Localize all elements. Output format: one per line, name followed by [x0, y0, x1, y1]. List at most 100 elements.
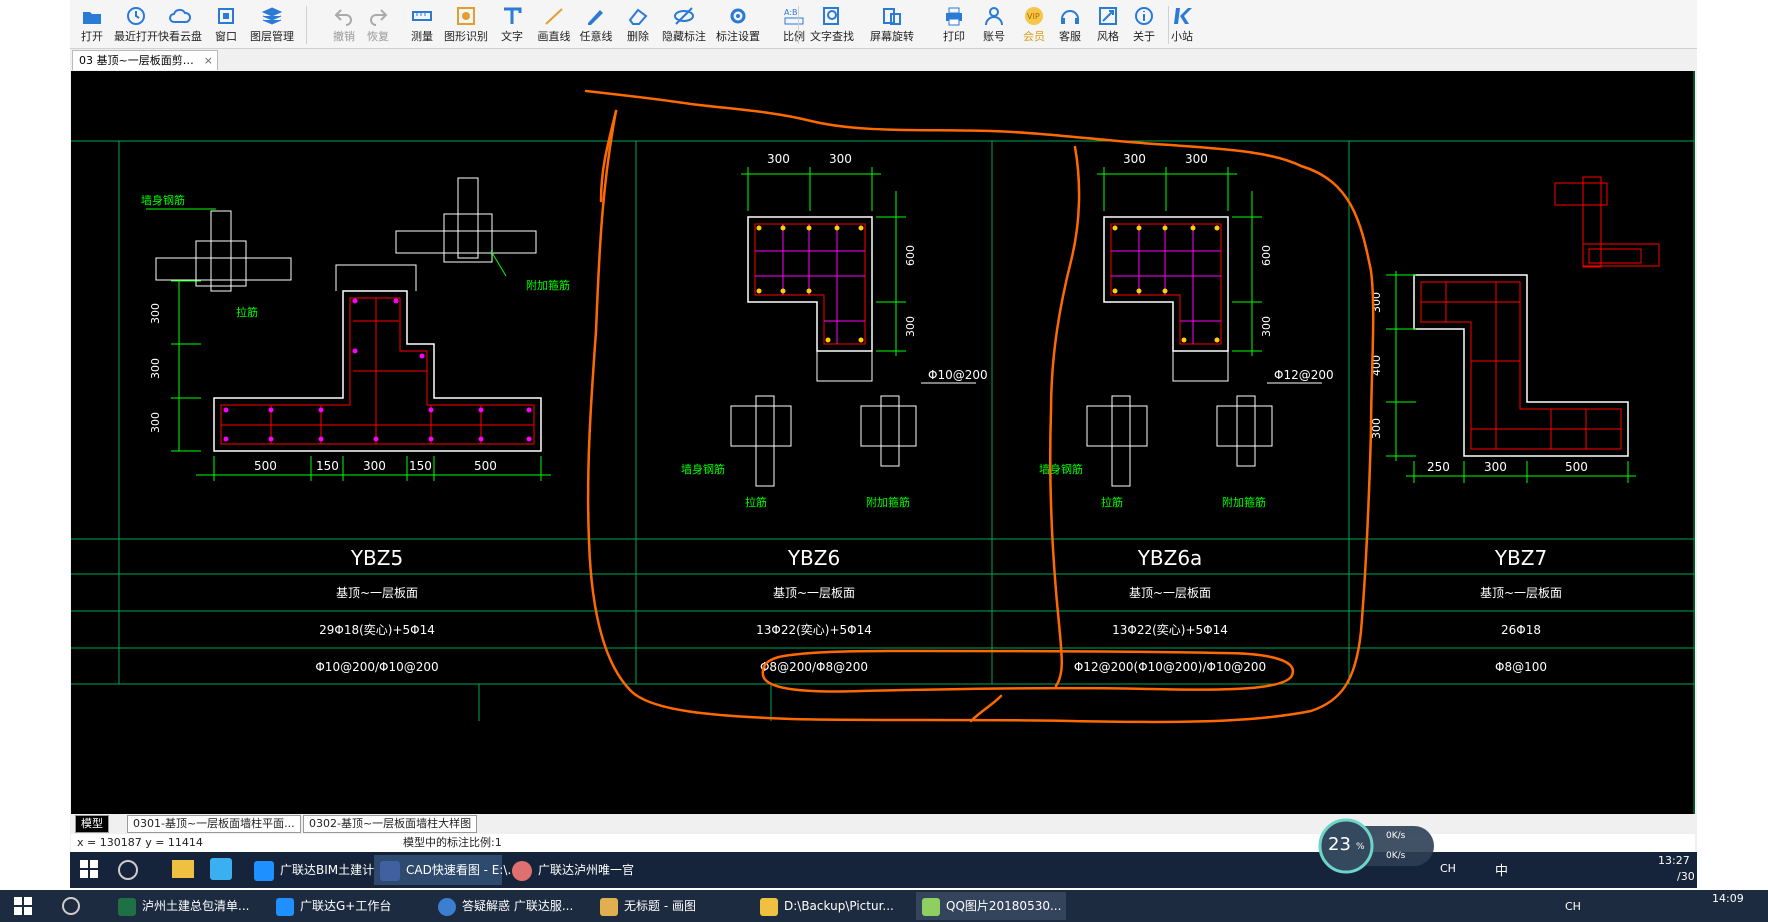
- toolbar-button-label: 小站: [1171, 30, 1193, 43]
- toolbar-redo-button[interactable]: 恢复: [356, 2, 400, 46]
- redo-icon: [370, 9, 388, 26]
- layout-tab-0301[interactable]: 0301-基顶~一层板面墙柱平面...: [127, 815, 301, 833]
- windows-start-icon[interactable]: [80, 860, 98, 878]
- label-wall-rebar: 墙身钢筋: [1039, 462, 1083, 476]
- glodon-taskbar-icon[interactable]: [118, 860, 138, 880]
- tray-language[interactable]: CH: [1565, 900, 1581, 913]
- dim-label: 300: [149, 412, 162, 433]
- drawing-canvas[interactable]: 墙身钢筋 拉筋 附加箍筋 300 300 300 500 150 300 150…: [71, 71, 1695, 814]
- longitudinal-rebar-cell: 13Φ22(奕心)+5Φ14: [1112, 622, 1228, 637]
- dim-label: 250: [1427, 460, 1450, 474]
- browser-app-icon: [512, 860, 532, 881]
- outer-taskbar: 泸州土建总包清单... 广联达G+工作台 答疑解惑 广联达服... 无标题 - …: [0, 890, 1768, 922]
- stirrup-cell: Φ8@100: [1495, 660, 1547, 674]
- taskbar-item-bim[interactable]: 广联达BIM土建计...: [248, 855, 386, 885]
- paint-icon: [600, 897, 618, 916]
- dim-label: 150: [409, 459, 432, 473]
- toolbar-line-button[interactable]: 画直线: [532, 2, 576, 46]
- toolbar-recent-clock-button[interactable]: 最近打开: [114, 2, 158, 46]
- windows-start-icon[interactable]: [14, 897, 32, 919]
- main-toolbar: 打开 最近打开 快看云盘 窗口 图层管理 撤销 恢复 测量 图形识别 文字 画直线 任意线 删除 隐藏标注…: [70, 0, 1697, 49]
- toolbar-button-label: 恢复: [367, 30, 389, 43]
- toolbar-cloud-button[interactable]: 快看云盘: [158, 2, 202, 46]
- tray-date[interactable]: /30: [1677, 870, 1695, 883]
- cad-drawing: 墙身钢筋 拉筋 附加箍筋 300 300 300 500 150 300 150…: [71, 71, 1695, 814]
- ybz7-section: [1386, 176, 1660, 483]
- layout-tab-model[interactable]: 模型: [75, 815, 109, 833]
- toolbar-measure-button[interactable]: 测量: [400, 2, 444, 46]
- longitudinal-rebar-cell: 26Φ18: [1501, 623, 1541, 637]
- toolbar-window-button[interactable]: 窗口: [204, 2, 248, 46]
- toolbar-folder-open-button[interactable]: 打开: [70, 2, 114, 46]
- taskbar-item-paint[interactable]: 无标题 - 画图: [594, 892, 714, 920]
- network-speed-widget[interactable]: 23 % 0K/s 0K/s: [1318, 818, 1436, 874]
- taskbar-item-gplus[interactable]: 广联达G+工作台: [270, 892, 398, 920]
- label-extra-tie: 附加箍筋: [1222, 495, 1266, 509]
- table-grid: [71, 71, 1695, 814]
- dim-label: 500: [254, 459, 277, 473]
- label-tie: 拉筋: [236, 305, 258, 319]
- toolbar-annotation-settings-button[interactable]: 标注设置: [716, 2, 760, 46]
- status-bar: x = 130187 y = 11414 模型中的标注比例:1: [71, 834, 1695, 852]
- taskbar-item-browser[interactable]: 广联达泸州唯一官: [506, 855, 634, 885]
- toolbar-button-label: 图层管理: [250, 30, 294, 43]
- taskbar-item-excel[interactable]: 泸州土建总包清单...: [112, 892, 249, 920]
- toolbar-printer-button[interactable]: 打印: [932, 2, 976, 46]
- toolbar-button-label: 画直线: [537, 30, 571, 43]
- dim-label: 600: [1260, 245, 1273, 266]
- annotation-scale-status: 模型中的标注比例:1: [403, 836, 502, 849]
- dim-label: 150: [316, 459, 339, 473]
- stirrup-cell: Φ8@200/Φ8@200: [760, 660, 868, 674]
- toolbar-button-label: 屏幕旋转: [870, 30, 914, 43]
- browser-icon: [438, 897, 456, 916]
- style-icon: [1099, 7, 1117, 25]
- toolbar-freehand-button[interactable]: 任意线: [574, 2, 618, 46]
- ybz6a-section: [1086, 167, 1322, 487]
- folder-icon: [760, 897, 778, 916]
- layout-tab-bar: 模型 0301-基顶~一层板面墙柱平面... 0302-基顶~一层板面墙柱大样图: [71, 814, 1695, 833]
- toolbar-layers-button[interactable]: 图层管理: [250, 2, 294, 46]
- tray-language[interactable]: CH: [1440, 862, 1456, 875]
- speed-percent: 23: [1328, 834, 1351, 855]
- info-icon: [1135, 7, 1153, 25]
- document-tab[interactable]: 03 基顶~一层板面剪… ×: [72, 50, 218, 70]
- toolbar-text-search-button[interactable]: 文字查找: [810, 2, 854, 46]
- file-explorer-icon[interactable]: [172, 860, 194, 878]
- layout-tab-0302[interactable]: 0302-基顶~一层板面墙柱大样图: [303, 815, 478, 833]
- tray-time[interactable]: 14:09: [1712, 892, 1744, 905]
- close-icon[interactable]: ×: [204, 51, 213, 70]
- taskbar-item-qq-image[interactable]: QQ图片20180530...: [916, 892, 1066, 920]
- toolbar-rotate-screen-button[interactable]: 屏幕旋转: [870, 2, 914, 46]
- taskbar-item-cad[interactable]: CAD快速看图 - E:\...: [374, 855, 519, 885]
- toolbar-button-label: 删除: [627, 30, 649, 43]
- dim-label: 600: [904, 245, 917, 266]
- tray-ime[interactable]: 中: [1495, 860, 1508, 879]
- glodon-taskbar-icon[interactable]: [62, 897, 80, 915]
- column-name-ybz5: YBZ5: [350, 546, 403, 570]
- toolbar-text-button[interactable]: 文字: [490, 2, 534, 46]
- label-wall-rebar: 墙身钢筋: [141, 193, 185, 207]
- undo-icon: [334, 9, 352, 26]
- taskbar-item-folder[interactable]: D:\Backup\Pictur...: [754, 892, 894, 920]
- toolbar-eraser-button[interactable]: 删除: [616, 2, 660, 46]
- toolbar-hide-annotation-button[interactable]: 隐藏标注: [662, 2, 706, 46]
- elevation-cell: 基顶~一层板面: [336, 586, 418, 600]
- tray-time[interactable]: 13:27: [1658, 854, 1690, 867]
- taskbar-item-label: QQ图片20180530...: [946, 899, 1062, 913]
- cursor-coordinates: x = 130187 y = 11414: [77, 836, 203, 849]
- stirrup-cell: Φ10@200/Φ10@200: [315, 660, 438, 674]
- dim-label: 300: [1185, 152, 1208, 166]
- account-icon: [985, 7, 1003, 26]
- toolbar-button-label: 隐藏标注: [662, 30, 706, 43]
- app-pinned-icon[interactable]: [210, 858, 232, 880]
- toolbar-account-button[interactable]: 账号: [972, 2, 1016, 46]
- toolbar-shape-recognize-button[interactable]: 图形识别: [444, 2, 488, 46]
- cloud-icon: [169, 8, 191, 23]
- bim-app-icon: [254, 860, 274, 881]
- text-icon: [504, 7, 522, 24]
- label-tie: 拉筋: [745, 495, 767, 509]
- eraser-icon: [628, 8, 648, 25]
- taskbar-item-qa[interactable]: 答疑解惑 广联达服...: [432, 892, 582, 920]
- toolbar-k-logo-button[interactable]: 小站: [1160, 2, 1204, 46]
- toolbar-button-label: 账号: [983, 30, 1005, 43]
